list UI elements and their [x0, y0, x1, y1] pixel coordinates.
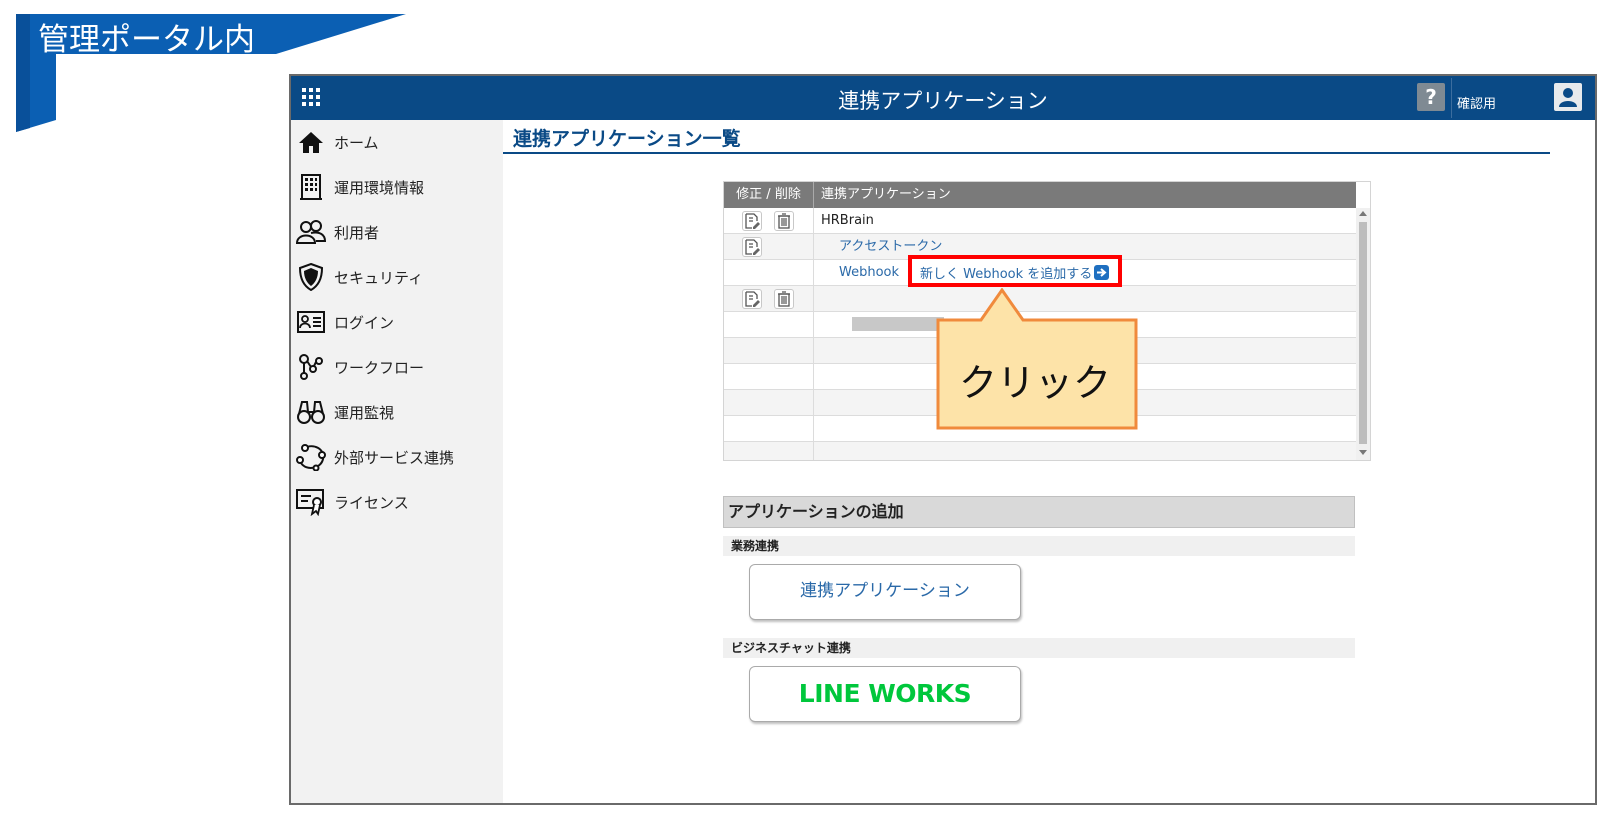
app-title: 連携アプリケーション	[838, 89, 1048, 113]
business-section-header: 業務連携	[723, 536, 1355, 556]
workflow-icon	[296, 352, 326, 382]
sidebar-item-label: ライセンス	[334, 493, 409, 512]
sidebar-item-workflow[interactable]: ワークフロー	[291, 347, 503, 387]
arrow-right-icon	[1094, 265, 1109, 280]
sidebar-item-label: 外部サービス連携	[334, 448, 455, 467]
column-header-edit: 修正 / 削除	[724, 182, 814, 208]
line-works-logo: LINE WORKS	[798, 679, 972, 708]
trash-icon[interactable]	[774, 211, 794, 231]
shield-icon	[296, 262, 326, 292]
add-webhook-label: 新しく Webhook を追加する	[920, 267, 1093, 282]
sidebar-item-label: 運用環境情報	[334, 178, 425, 197]
screenshot-root: 管理ポータル内 連携アプリケーション ? 確認用 ホーム 運用環境情報 利用者 …	[0, 0, 1615, 813]
app-name: HRBrain	[821, 213, 874, 228]
edit-icon[interactable]	[742, 211, 762, 231]
help-icon[interactable]: ?	[1417, 83, 1445, 111]
redacted-text	[852, 317, 944, 331]
app-window: 連携アプリケーション ? 確認用 ホーム 運用環境情報 利用者 セキュリティ ロ…	[289, 74, 1597, 805]
add-section-header: アプリケーションの追加	[723, 496, 1355, 528]
add-linked-app-label: 連携アプリケーション	[800, 581, 970, 601]
sidebar-item-label: 利用者	[334, 223, 380, 242]
edit-icon[interactable]	[742, 237, 762, 257]
sidebar-item-label: ワークフロー	[334, 358, 425, 377]
sidebar-item-label: セキュリティ	[334, 268, 424, 287]
sidebar-item-security[interactable]: セキュリティ	[291, 257, 503, 297]
line-works-button[interactable]: LINE WORKS	[749, 666, 1021, 722]
chat-section-header: ビジネスチャット連携	[723, 638, 1355, 658]
sidebar-item-home[interactable]: ホーム	[291, 122, 503, 162]
page-title: 連携アプリケーション一覧	[513, 128, 741, 150]
column-header-app: 連携アプリケーション	[821, 187, 951, 202]
scroll-up-icon[interactable]	[1359, 211, 1367, 216]
ribbon-label: 管理ポータル内	[38, 22, 255, 58]
callout-label: クリック	[959, 361, 1112, 405]
table-scrollbar[interactable]	[1356, 208, 1370, 460]
sidebar-item-users[interactable]: 利用者	[291, 212, 503, 252]
trash-icon[interactable]	[774, 289, 794, 309]
sidebar-item-label: 運用監視	[334, 403, 395, 422]
user-name[interactable]: 確認用	[1457, 93, 1496, 112]
id-card-icon	[296, 307, 326, 337]
top-bar: 連携アプリケーション ? 確認用	[291, 76, 1595, 120]
table-row	[724, 442, 1356, 460]
table-row: HRBrain	[724, 208, 1356, 234]
add-linked-app-button[interactable]: 連携アプリケーション	[749, 564, 1021, 620]
webhook-label: Webhook	[839, 265, 900, 280]
topbar-divider	[1451, 78, 1452, 118]
edit-icon[interactable]	[742, 289, 762, 309]
building-icon	[296, 172, 326, 202]
sidebar: ホーム 運用環境情報 利用者 セキュリティ ログイン ワークフロー 運用監視 外…	[291, 120, 503, 803]
certificate-icon	[296, 487, 326, 517]
user-avatar-icon[interactable]	[1554, 83, 1582, 111]
home-icon	[296, 127, 326, 157]
scroll-thumb[interactable]	[1359, 222, 1367, 444]
add-webhook-link[interactable]: 新しく Webhook を追加する	[908, 255, 1122, 287]
network-icon	[296, 442, 326, 472]
users-icon	[296, 217, 326, 247]
sidebar-item-license[interactable]: ライセンス	[291, 482, 503, 522]
sidebar-item-external-services[interactable]: 外部サービス連携	[291, 437, 503, 477]
title-divider	[503, 152, 1550, 154]
table-header: 修正 / 削除 連携アプリケーション	[724, 182, 1356, 208]
sidebar-item-login[interactable]: ログイン	[291, 302, 503, 342]
sidebar-item-label: ログイン	[334, 313, 395, 332]
scroll-down-icon[interactable]	[1359, 450, 1367, 455]
binoculars-icon	[296, 397, 326, 427]
sidebar-item-label: ホーム	[334, 133, 379, 152]
sidebar-item-environment[interactable]: 運用環境情報	[291, 167, 503, 207]
sidebar-item-monitoring[interactable]: 運用監視	[291, 392, 503, 432]
